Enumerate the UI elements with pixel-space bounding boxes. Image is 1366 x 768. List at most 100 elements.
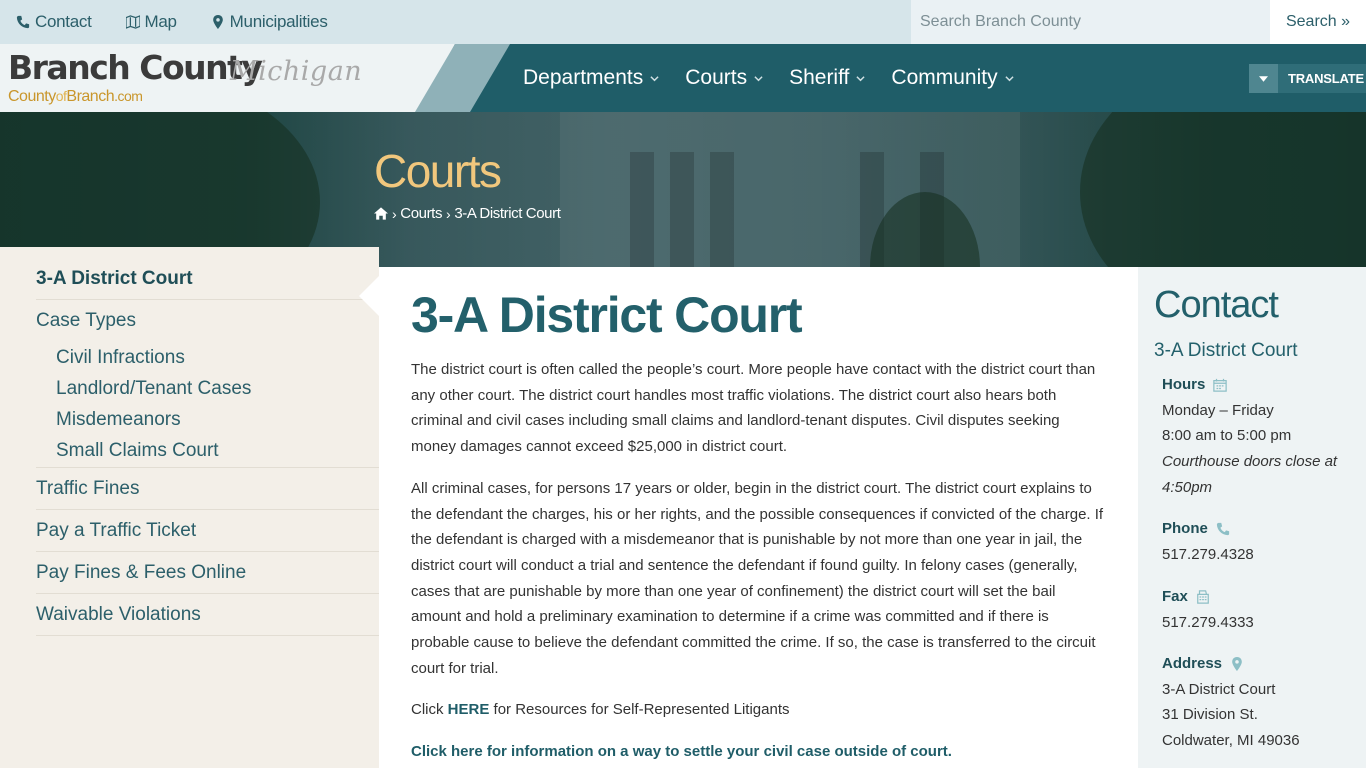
logo-url-of: of bbox=[55, 88, 67, 104]
chevron-down-icon bbox=[754, 75, 763, 81]
phone-icon bbox=[16, 15, 30, 29]
contact-link[interactable]: Contact bbox=[16, 12, 92, 32]
breadcrumb-current: 3-A District Court bbox=[454, 205, 561, 222]
map-marker-icon bbox=[212, 15, 223, 29]
map-icon bbox=[125, 15, 140, 29]
translate-label: TRANSLATE bbox=[1278, 64, 1366, 93]
hero-tree bbox=[1080, 112, 1366, 267]
search-input[interactable] bbox=[911, 0, 1270, 44]
hours-label-text: Hours bbox=[1162, 376, 1206, 393]
municipalities-link-label: Municipalities bbox=[229, 12, 328, 31]
hero-window bbox=[670, 152, 694, 267]
sidebar-item-landlord-tenant[interactable]: Landlord/Tenant Cases bbox=[36, 373, 379, 404]
municipalities-link[interactable]: Municipalities bbox=[211, 12, 328, 32]
hero-banner bbox=[0, 112, 1366, 267]
sidebar-item-pay-fines-online[interactable]: Pay Fines & Fees Online bbox=[36, 552, 379, 594]
contact-org: 3-A District Court bbox=[1154, 340, 1298, 361]
intro-paragraph: The district court is often called the p… bbox=[411, 361, 1096, 456]
resources-paragraph: Click HERE for Resources for Self-Repres… bbox=[411, 697, 1108, 723]
breadcrumb-courts[interactable]: Courts bbox=[400, 205, 442, 222]
address-label-text: Address bbox=[1162, 655, 1223, 672]
phone-icon bbox=[1216, 522, 1229, 535]
sidebar-item-misdemeanors[interactable]: Misdemeanors bbox=[36, 404, 379, 435]
chevron-down-icon bbox=[856, 75, 866, 81]
nav-departments[interactable]: Departments bbox=[523, 66, 659, 90]
nav-departments-label: Departments bbox=[523, 66, 644, 89]
page-title: 3-A District Court bbox=[411, 287, 803, 343]
address-block: Address 3-A District Court 31 Division S… bbox=[1162, 651, 1362, 754]
utility-links: Contact Map Municipalities bbox=[16, 0, 328, 44]
site-header: Branch County Michigan CountyofBranch.co… bbox=[0, 44, 1366, 112]
hours-block: Hours Monday – Friday 8:00 am to 5:00 pm… bbox=[1162, 372, 1362, 501]
criminal-cases-paragraph: All criminal cases, for persons 17 years… bbox=[411, 479, 1104, 677]
logo-title: Branch County bbox=[8, 48, 263, 87]
calendar-icon bbox=[1213, 378, 1228, 392]
sidebar-item-civil-infractions[interactable]: Civil Infractions bbox=[36, 342, 379, 373]
sidebar-item-district-court[interactable]: 3-A District Court bbox=[36, 257, 379, 300]
resources-prefix: Click bbox=[411, 701, 448, 719]
hours-label: Hours bbox=[1162, 372, 1362, 398]
resources-here-link[interactable]: HERE bbox=[448, 701, 490, 718]
search-button[interactable]: Search » bbox=[1270, 0, 1366, 44]
breadcrumb-separator: › bbox=[392, 205, 397, 222]
nav-courts-label: Courts bbox=[685, 66, 748, 89]
sidebar-item-pay-ticket[interactable]: Pay a Traffic Ticket bbox=[36, 510, 379, 552]
nav-sheriff-label: Sheriff bbox=[789, 66, 850, 89]
address-line-3: Coldwater, MI 49036 bbox=[1162, 732, 1300, 750]
hours-days: Monday – Friday bbox=[1162, 401, 1274, 419]
sidebar-item-waivable-violations[interactable]: Waivable Violations bbox=[36, 594, 379, 636]
settle-paragraph: Click here for information on a way to s… bbox=[411, 739, 1108, 765]
hero-tree bbox=[0, 112, 320, 267]
phone-block: Phone 517.279.4328 bbox=[1162, 516, 1362, 567]
logo-state: Michigan bbox=[230, 56, 363, 87]
logo-url: CountyofBranch.com bbox=[8, 88, 143, 106]
map-link-label: Map bbox=[144, 12, 177, 31]
chevron-down-icon bbox=[1005, 75, 1014, 81]
nav-courts[interactable]: Courts bbox=[685, 66, 763, 90]
search-button-label: Search » bbox=[1285, 13, 1351, 30]
address-line-2: 31 Division St. bbox=[1162, 706, 1258, 724]
settle-case-link[interactable]: Click here for information on a way to s… bbox=[411, 743, 952, 760]
nav-community-label: Community bbox=[891, 66, 998, 89]
logo-url-county: County bbox=[8, 88, 56, 105]
home-icon[interactable] bbox=[374, 207, 388, 220]
hero-window bbox=[710, 152, 734, 267]
breadcrumb-separator: › bbox=[446, 205, 451, 222]
fax-block: Fax 517.279.4333 bbox=[1162, 584, 1362, 635]
chevron-down-icon bbox=[650, 75, 659, 81]
sidebar-item-traffic-fines[interactable]: Traffic Fines bbox=[36, 468, 379, 510]
hero-window bbox=[630, 152, 654, 267]
sidebar-item-small-claims[interactable]: Small Claims Court bbox=[36, 435, 379, 468]
map-link[interactable]: Map bbox=[125, 12, 177, 32]
phone-number[interactable]: 517.279.4328 bbox=[1162, 542, 1362, 568]
fax-icon bbox=[1196, 590, 1209, 604]
sidebar-item-case-types[interactable]: Case Types bbox=[36, 300, 379, 342]
nav-sheriff[interactable]: Sheriff bbox=[789, 66, 866, 90]
hours-note: Courthouse doors close at 4:50pm bbox=[1162, 453, 1338, 496]
main-content: 3-A District Court The district court is… bbox=[411, 285, 1108, 765]
translate-dropdown[interactable] bbox=[1249, 64, 1278, 93]
phone-label: Phone bbox=[1162, 516, 1362, 542]
nav-community[interactable]: Community bbox=[891, 66, 1014, 90]
map-marker-icon bbox=[1232, 656, 1242, 671]
logo-url-com: .com bbox=[114, 88, 143, 104]
logo-area[interactable]: Branch County Michigan CountyofBranch.co… bbox=[0, 44, 455, 112]
address-line-1: 3-A District Court bbox=[1162, 680, 1276, 698]
main-nav: Departments Courts Sheriff Community bbox=[523, 44, 1014, 112]
fax-label: Fax bbox=[1162, 584, 1362, 610]
sidebar: 3-A District Court Case Types Civil Infr… bbox=[0, 247, 379, 768]
contact-panel: Contact 3-A District Court Hours Monday … bbox=[1138, 267, 1366, 768]
phone-label-text: Phone bbox=[1162, 520, 1208, 537]
contact-link-label: Contact bbox=[35, 12, 92, 31]
fax-number: 517.279.4333 bbox=[1162, 613, 1254, 631]
hours-time: 8:00 am to 5:00 pm bbox=[1162, 427, 1292, 445]
caret-down-icon bbox=[1259, 75, 1268, 82]
hero-title: Courts bbox=[374, 145, 502, 197]
contact-title: Contact bbox=[1154, 284, 1279, 326]
sidebar-active-notch bbox=[359, 276, 379, 316]
breadcrumb: › Courts › 3-A District Court bbox=[374, 205, 561, 222]
translate-widget[interactable]: TRANSLATE bbox=[1249, 64, 1366, 93]
address-label: Address bbox=[1162, 651, 1362, 677]
utility-bar: Contact Map Municipalities Search » bbox=[0, 0, 1366, 44]
resources-suffix: for Resources for Self-Represented Litig… bbox=[489, 701, 790, 719]
